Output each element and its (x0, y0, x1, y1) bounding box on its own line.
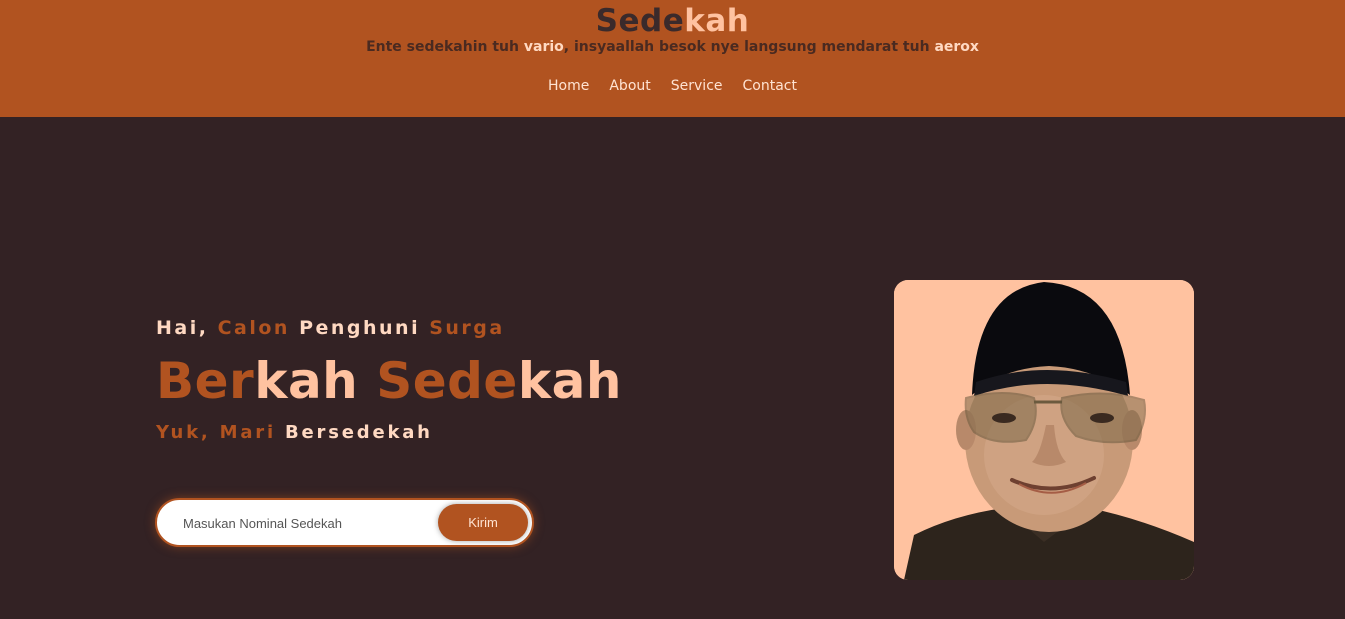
hero-subtitle: Yuk, Mari Bersedekah (156, 421, 433, 445)
donation-amount-input[interactable] (171, 510, 431, 536)
tagline-text-2: , insyaallah besok nye langsung mendarat… (563, 39, 935, 55)
tagline-text-1: Ente sedekahin tuh (366, 39, 524, 55)
title-part-1: Ber (156, 352, 255, 410)
tagline-highlight-2: aerox (934, 39, 979, 55)
brand-part-1: Sede (595, 3, 685, 39)
nav-contact[interactable]: Contact (743, 76, 797, 96)
main-nav: Home About Service Contact (0, 76, 1345, 96)
subtitle-word-2: Mari (219, 422, 276, 443)
portrait-illustration (894, 280, 1194, 580)
brand-logo[interactable]: Sedekah (0, 2, 1345, 40)
hero-greeting: Hai, Calon Penghuni Surga (156, 315, 505, 341)
hero-title: Berkah Sedekah (156, 350, 622, 412)
subtitle-word-3: Bersedekah (285, 422, 433, 443)
nav-home[interactable]: Home (548, 76, 589, 96)
greeting-word-3: Penghuni (299, 317, 421, 339)
subtitle-word-1: Yuk, (156, 422, 211, 443)
tagline: Ente sedekahin tuh vario, insyaallah bes… (0, 38, 1345, 56)
greeting-word-1: Hai, (156, 317, 209, 339)
greeting-word-2: Calon (217, 317, 290, 339)
donation-form: Kirim (155, 498, 534, 547)
brand-part-2: kah (684, 3, 750, 39)
title-part-4: kah (517, 352, 622, 410)
site-header: Sedekah Ente sedekahin tuh vario, insyaa… (0, 0, 1345, 117)
title-part-3: Sede (376, 352, 518, 410)
title-part-2: kah (254, 352, 359, 410)
nav-about[interactable]: About (609, 76, 650, 96)
send-button[interactable]: Kirim (438, 504, 528, 541)
tagline-highlight-1: vario (523, 39, 564, 55)
nav-service[interactable]: Service (671, 76, 723, 96)
greeting-word-4: Surga (429, 317, 505, 339)
profile-photo (894, 280, 1194, 580)
